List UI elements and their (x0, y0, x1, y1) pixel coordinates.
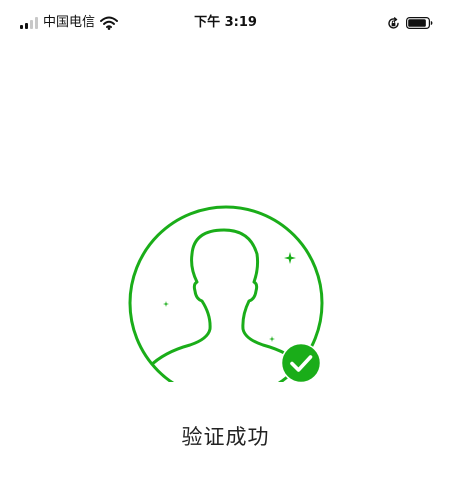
verification-result-screen: 验证成功 (0, 44, 451, 482)
status-bar-time: 下午 3:19 (194, 15, 257, 30)
face-verification-illustration (124, 204, 328, 384)
status-bar-right (387, 15, 433, 31)
rotation-lock-icon (388, 16, 399, 29)
battery-icon (406, 17, 433, 29)
check-circle-icon (280, 342, 322, 384)
verification-result-text: 验证成功 (181, 425, 270, 449)
status-bar: 中国电信 下午 3:19 (0, 0, 451, 44)
